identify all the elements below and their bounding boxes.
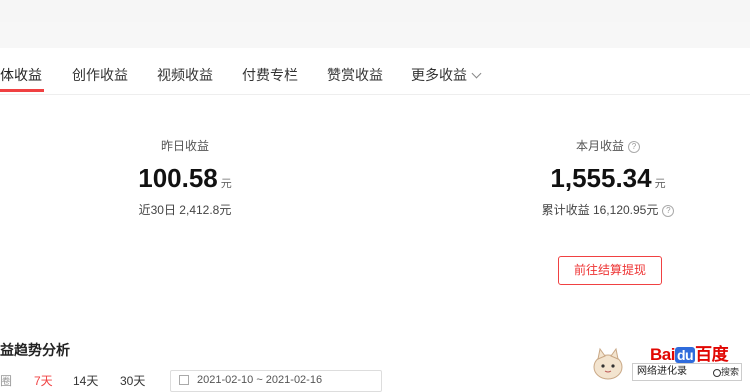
watermark-caption: 网络进化录 [637,366,687,377]
baidu-logo-paw: du [674,347,696,363]
tab-overall-income[interactable]: 体收益 [0,48,42,94]
tab-paid-column[interactable]: 付费专栏 [242,48,298,94]
chevron-down-icon [471,68,482,79]
withdraw-button[interactable]: 前往结算提现 [558,256,662,285]
yesterday-income-amount: 100.58 [138,163,218,193]
search-label-text: 搜索 [720,367,739,377]
search-label: 搜索 [712,364,739,380]
baidu-logo-right: 百度 [695,345,729,364]
cartoon-cat-icon [593,347,623,380]
trend-section-title: 益趋势分析 [0,342,70,358]
date-range-text: 2021-02-10 ~ 2021-02-16 [197,374,323,386]
month-income-label: 本月收益 [575,139,624,153]
yesterday-income-unit: 元 [220,178,232,190]
tab-label: 视频收益 [157,67,213,83]
month-income-unit: 元 [654,178,666,190]
month-income-value: 1,555.34 元 [520,161,696,195]
range-option-7d[interactable]: 7天 [34,372,53,389]
date-range-picker[interactable]: 2021-02-10 ~ 2021-02-16 [170,370,382,392]
month-income-label-row: 本月收益? [520,137,696,155]
tab-label: 体收益 [0,67,42,83]
baidu-logo-left: Bai [650,345,675,364]
last-30-days-income: 近30日 2,412.8元 [138,203,232,217]
tab-appreciation-income[interactable]: 赞赏收益 [327,48,383,94]
month-income-amount: 1,555.34 [550,163,652,193]
tab-video-income[interactable]: 视频收益 [157,48,213,94]
question-circle-icon[interactable]: ? [662,204,675,217]
yesterday-income-label: 昨日收益 [160,139,209,153]
yesterday-income-value: 100.58 元 [110,161,260,195]
range-option-30d[interactable]: 30天 [120,372,145,389]
total-income-text: 累计收益 16,120.95元 [541,203,659,217]
month-income-card: 本月收益? 1,555.34 元 累计收益 16,120.95元? [520,137,696,219]
top-bar-secondary [0,22,750,48]
baidu-logo: Bai du 百度 [650,340,729,365]
tab-more-income[interactable]: 更多收益 [411,48,482,94]
yesterday-income-card: 昨日收益 100.58 元 近30日 2,412.8元 [110,137,260,219]
tab-creation-income[interactable]: 创作收益 [72,48,128,94]
search-icon [712,368,721,377]
range-option-14d[interactable]: 14天 [73,372,98,389]
total-income-row: 累计收益 16,120.95元? [520,201,696,219]
tab-label: 更多收益 [411,67,467,83]
top-bar [0,0,750,22]
question-circle-icon[interactable]: ? [628,140,640,153]
tab-label: 付费专栏 [242,67,298,83]
tab-label: 创作收益 [72,67,128,83]
tab-label: 赞赏收益 [327,67,383,83]
range-option-custom[interactable]: 圈 [0,372,12,389]
watermark-search-box[interactable]: 网络进化录 搜索 [632,363,742,381]
calendar-icon [179,375,189,386]
active-tab-indicator [0,89,44,92]
tab-bar: 体收益 创作收益 视频收益 付费专栏 赞赏收益 更多收益 [0,48,750,95]
